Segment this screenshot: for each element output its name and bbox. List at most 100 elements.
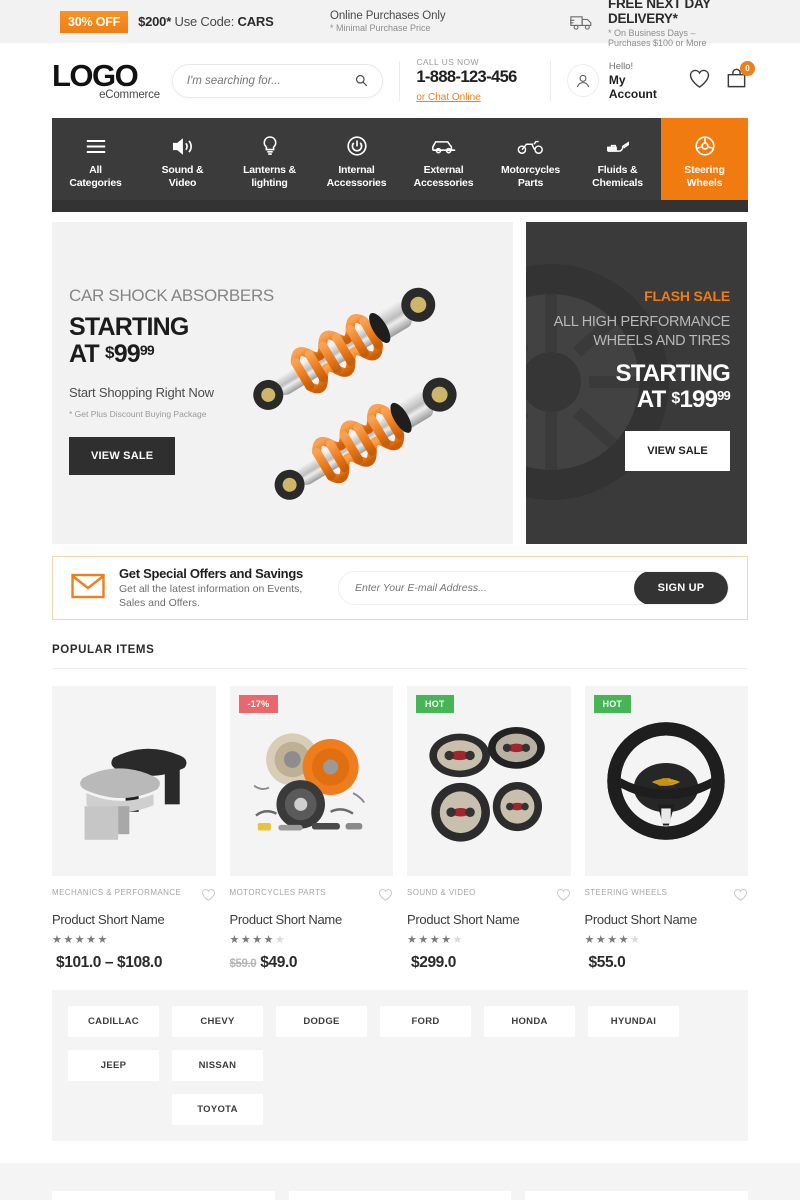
- account-greeting: Hello!: [608, 60, 634, 72]
- product-category: MOTORCYCLES PARTS: [229, 888, 327, 897]
- newsletter-email-input[interactable]: [339, 582, 634, 594]
- nav-item-external-accessories[interactable]: External Accessories: [400, 118, 487, 212]
- promo-code: CARS: [237, 14, 274, 29]
- popular-items-section: POPULAR ITEMS MECHANICS & PERFORMANCE Pr…: [0, 620, 800, 972]
- hero-main-banner[interactable]: CAR SHOCK ABSORBERS STARTING AT $9999 St…: [52, 222, 513, 544]
- product-image[interactable]: -17%: [229, 686, 393, 876]
- product-name[interactable]: Product Short Name: [585, 912, 749, 927]
- popular-items-title: POPULAR ITEMS: [52, 644, 155, 656]
- search-icon[interactable]: [355, 74, 368, 87]
- nav-item-lanterns-lighting[interactable]: Lanterns & lighting: [226, 118, 313, 212]
- promo-online-line1: Online Purchases Only: [330, 10, 446, 22]
- product-current-price: $49.0: [260, 954, 298, 971]
- product-card[interactable]: HOT STEERING WHEELS Product Short Name ★…: [584, 686, 749, 972]
- brand-chip-hyundai[interactable]: HYUNDAI: [588, 1006, 679, 1037]
- product-card[interactable]: HOT SOUND & VIDEO Product Short Name ★★★…: [407, 686, 571, 972]
- wishlist-heart-icon[interactable]: [201, 888, 216, 907]
- hero-side-cta-button[interactable]: VIEW SALE: [625, 430, 730, 471]
- hero-main-headline-2: AT: [69, 340, 100, 369]
- nav-item-motorcycles-parts[interactable]: Motorcycles Parts: [487, 118, 574, 212]
- hero-side-price: 199: [679, 386, 718, 413]
- brand-chip-dodge[interactable]: DODGE: [276, 1006, 367, 1037]
- hero-side-banner[interactable]: FLASH SALE ALL HIGH PERFORMANCE WHEELS A…: [526, 222, 747, 544]
- hero-side-headline: STARTING AT $19999: [615, 360, 731, 413]
- brand-chip-jeep[interactable]: JEEP: [68, 1050, 159, 1081]
- bottom-product-card[interactable]: D WHITE PRODUCTS Product Short N: [288, 1191, 512, 1200]
- nav-label-steering-wheels: Steering Wheels: [684, 164, 725, 190]
- product-current-price: $101.0 – $108.0: [56, 954, 163, 971]
- product-name[interactable]: Product Short Name: [52, 912, 216, 927]
- brand-chip-chevy[interactable]: CHEVY: [172, 1006, 263, 1037]
- hero-side-currency: $: [671, 390, 680, 407]
- hero-main-currency: $: [105, 343, 114, 363]
- avatar[interactable]: [566, 64, 599, 97]
- brand-chip-ford[interactable]: FORD: [380, 1006, 471, 1037]
- brand-chip-list: CADILLAC CHEVY DODGE FORD HONDA HYUNDAI …: [52, 990, 748, 1141]
- brand-chip-toyota[interactable]: TOYOTA: [172, 1094, 263, 1125]
- hero-side-headline-1: STARTING: [615, 360, 731, 388]
- product-image[interactable]: HOT: [584, 686, 748, 876]
- hero-main-headline-1: STARTING: [69, 312, 189, 341]
- product-rating: ★★★★★: [229, 934, 287, 946]
- site-logo[interactable]: LOGO eCommerce: [52, 60, 160, 101]
- discount-badge: 30% OFF: [60, 10, 129, 33]
- brand-row-spacer: [380, 1050, 471, 1081]
- wishlist-button[interactable]: [688, 68, 711, 94]
- newsletter-box: Get Special Offers and Savings Get all t…: [52, 556, 748, 620]
- product-grid: MECHANICS & PERFORMANCE Product Short Na…: [52, 686, 748, 972]
- nav-label-internal-accessories: Internal Accessories: [326, 164, 387, 190]
- newsletter-signup-button[interactable]: SIGN UP: [634, 572, 728, 604]
- product-image[interactable]: HOT: [407, 686, 571, 876]
- brand-chip-cadillac[interactable]: CADILLAC: [68, 1006, 159, 1037]
- product-image[interactable]: [52, 686, 216, 876]
- product-badge-hot: HOT: [593, 695, 632, 713]
- product-current-price: $299.0: [411, 954, 457, 971]
- nav-item-steering-wheels[interactable]: Steering Wheels: [661, 118, 748, 212]
- brand-row-spacer: [276, 1050, 367, 1081]
- search-box[interactable]: [171, 63, 384, 98]
- nav-item-sound-video[interactable]: Sound & Video: [139, 118, 226, 212]
- call-us-label: CALL US NOW: [416, 56, 479, 67]
- hero-side-description: ALL HIGH PERFORMANCE WHEELS AND TIRES: [553, 314, 731, 349]
- product-price: $59.0 $49.0: [230, 954, 394, 972]
- call-us-number[interactable]: 1-888-123-456: [416, 68, 534, 87]
- nav-item-internal-accessories[interactable]: Internal Accessories: [313, 118, 400, 212]
- bottom-product-card[interactable]: WHITE PRODUCTS Product Short N: [525, 1191, 749, 1200]
- wishlist-heart-icon[interactable]: [733, 888, 748, 907]
- hero-main-cta-button[interactable]: VIEW SALE: [69, 436, 176, 475]
- cart-button[interactable]: 0: [725, 60, 755, 95]
- speaker-icon: [171, 135, 195, 157]
- nav-item-all-categories[interactable]: All Categories: [52, 118, 139, 212]
- nav-label-lanterns-lighting: Lanterns & lighting: [243, 164, 296, 190]
- promo-amount: $200*: [138, 14, 172, 29]
- brand-chip-nissan[interactable]: NISSAN: [172, 1050, 263, 1081]
- product-name[interactable]: Product Short Name: [230, 912, 394, 927]
- main-nav: All Categories Sound & Video Lanterns & lig…: [52, 118, 748, 212]
- brand-row-spacer: [68, 1094, 159, 1125]
- chat-online-link[interactable]: or Chat Online: [416, 92, 480, 103]
- nav-label-motorcycles-parts: Motorcycles Parts: [500, 164, 561, 190]
- brand-chip-honda[interactable]: HONDA: [484, 1006, 575, 1037]
- promo-bar: 30% OFF $200* Use Code: CARS Online Purc…: [0, 0, 800, 48]
- account-text[interactable]: Hello! My Account: [609, 61, 674, 101]
- car-speakers-image: [429, 727, 545, 842]
- product-rating: ★★★★★: [584, 934, 642, 946]
- product-card[interactable]: MECHANICS & PERFORMANCE Product Short Na…: [52, 686, 216, 972]
- promo-usecode-label: Use Code:: [174, 14, 235, 29]
- clutch-kit-image: [253, 733, 366, 831]
- page-root: 30% OFF $200* Use Code: CARS Online Purc…: [0, 0, 800, 1200]
- hero-main-price: 99: [113, 340, 141, 369]
- product-rating: ★★★★★: [407, 934, 464, 946]
- nav-item-fluids-chemicals[interactable]: Fluids & Chemicals: [574, 118, 661, 212]
- hero-side-flash-label: FLASH SALE: [644, 288, 730, 304]
- product-price: $55.0: [585, 954, 749, 972]
- product-card[interactable]: -17% MOTORCYCLES PARTS Product Short Nam…: [229, 686, 394, 972]
- brand-row-spacer: [484, 1050, 575, 1081]
- bottom-product-card[interactable]: CR2032 WHITE PRODUCTS Product Short N: [52, 1191, 275, 1200]
- wishlist-heart-icon[interactable]: [556, 888, 571, 907]
- wishlist-heart-icon[interactable]: [378, 888, 393, 907]
- hamburger-icon: [85, 135, 107, 157]
- header-divider-1: [399, 60, 401, 101]
- search-input[interactable]: [186, 74, 356, 87]
- product-name[interactable]: Product Short Name: [407, 912, 571, 927]
